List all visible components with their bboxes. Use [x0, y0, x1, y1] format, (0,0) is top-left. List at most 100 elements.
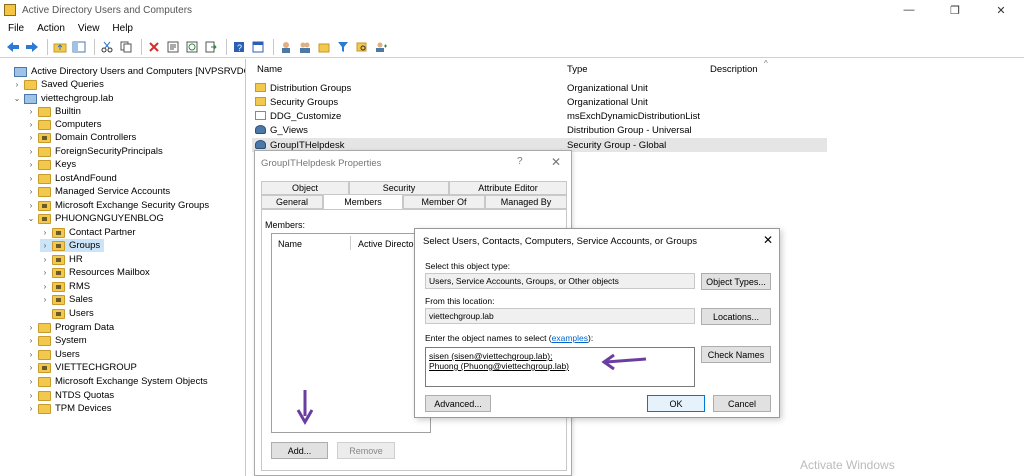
advanced-button[interactable]: Advanced...: [425, 395, 491, 412]
cancel-button[interactable]: Cancel: [713, 395, 771, 412]
tree-item-groups-selected[interactable]: › Groups: [40, 239, 105, 252]
tree-item[interactable]: › System: [26, 334, 87, 347]
close-icon[interactable]: ✕: [551, 155, 561, 169]
add-to-group-icon[interactable]: [373, 39, 389, 55]
new-user-icon[interactable]: [278, 39, 294, 55]
tree-item[interactable]: › NTDS Quotas: [26, 389, 114, 402]
chevron-down-icon[interactable]: ⌄: [26, 214, 36, 223]
cut-icon[interactable]: [99, 39, 115, 55]
list-item[interactable]: DDG_Customize msExchDynamicDistributionL…: [252, 109, 827, 123]
tree-item[interactable]: › Managed Service Accounts: [26, 185, 170, 198]
help-icon[interactable]: ?: [231, 39, 247, 55]
chevron-right-icon[interactable]: ›: [26, 377, 36, 386]
chevron-right-icon[interactable]: ›: [26, 404, 36, 413]
tree-item[interactable]: › LostAndFound: [26, 172, 117, 185]
delete-icon[interactable]: [146, 39, 162, 55]
chevron-right-icon[interactable]: ›: [26, 391, 36, 400]
list-item[interactable]: G_Views Distribution Group - Universal: [252, 123, 827, 137]
tab-object[interactable]: Object: [261, 181, 349, 195]
tree-item[interactable]: › Users: [26, 348, 80, 361]
tree-item[interactable]: › Builtin: [26, 105, 81, 118]
chevron-right-icon[interactable]: ›: [40, 282, 50, 291]
properties-icon[interactable]: [165, 39, 181, 55]
examples-link[interactable]: examples: [552, 333, 588, 343]
chevron-right-icon[interactable]: ›: [40, 255, 50, 264]
chevron-right-icon[interactable]: ›: [40, 268, 50, 277]
chevron-right-icon[interactable]: ›: [26, 363, 36, 372]
tree-item[interactable]: › ForeignSecurityPrincipals: [26, 145, 163, 158]
tree-item[interactable]: › HR: [40, 253, 83, 266]
menu-view[interactable]: View: [78, 23, 100, 34]
chevron-right-icon[interactable]: ›: [26, 160, 36, 169]
tab-security[interactable]: Security: [349, 181, 449, 195]
object-types-button[interactable]: Object Types...: [701, 273, 771, 290]
chevron-right-icon[interactable]: ›: [40, 295, 50, 304]
list-item[interactable]: Security Groups Organizational Unit: [252, 95, 827, 109]
ok-button[interactable]: OK: [647, 395, 705, 412]
tree-item-saved-queries[interactable]: › Saved Queries: [12, 78, 104, 91]
object-names-input[interactable]: sisen (sisen@viettechgroup.lab); Phuong …: [425, 347, 695, 387]
menu-file[interactable]: File: [8, 23, 24, 34]
tab-member-of[interactable]: Member Of: [403, 195, 485, 209]
maximize-button[interactable]: ❐: [932, 0, 978, 20]
chevron-right-icon[interactable]: ›: [26, 323, 36, 332]
close-window-button[interactable]: ✕: [978, 0, 1024, 20]
tab-managed-by[interactable]: Managed By: [485, 195, 567, 209]
console-icon[interactable]: [250, 39, 266, 55]
tree-item[interactable]: › Computers: [26, 118, 102, 131]
tab-attribute-editor[interactable]: Attribute Editor: [449, 181, 567, 195]
tree-item[interactable]: › Resources Mailbox: [40, 266, 150, 279]
filter-icon[interactable]: [335, 39, 351, 55]
find-icon[interactable]: [354, 39, 370, 55]
close-icon[interactable]: ✕: [763, 233, 773, 247]
menu-help[interactable]: Help: [112, 23, 133, 34]
refresh-icon[interactable]: [184, 39, 200, 55]
chevron-right-icon[interactable]: ›: [26, 350, 36, 359]
tree-item[interactable]: › Sales: [40, 293, 93, 306]
tree-item[interactable]: Users: [40, 307, 94, 320]
tree-item[interactable]: › Contact Partner: [40, 226, 136, 239]
tree-root[interactable]: Active Directory Users and Computers [NV…: [2, 65, 245, 78]
chevron-right-icon[interactable]: ›: [40, 228, 50, 237]
export-list-icon[interactable]: [203, 39, 219, 55]
tree-item[interactable]: › Domain Controllers: [26, 131, 137, 144]
tree-item[interactable]: › VIETTECHGROUP: [26, 361, 137, 374]
column-header-description[interactable]: Description: [710, 64, 758, 78]
forward-arrow-icon[interactable]: [24, 39, 40, 55]
remove-member-button[interactable]: Remove: [337, 442, 395, 459]
column-header-name[interactable]: Name: [278, 239, 302, 249]
help-button[interactable]: ?: [517, 156, 523, 167]
list-item[interactable]: Distribution Groups Organizational Unit: [252, 81, 827, 95]
chevron-down-icon[interactable]: ⌄: [12, 94, 22, 103]
tree-item[interactable]: › Microsoft Exchange System Objects: [26, 375, 208, 388]
up-folder-icon[interactable]: [52, 39, 68, 55]
chevron-right-icon[interactable]: ›: [12, 80, 22, 89]
check-names-button[interactable]: Check Names: [701, 346, 771, 363]
copy-icon[interactable]: [118, 39, 134, 55]
menu-action[interactable]: Action: [37, 23, 65, 34]
chevron-right-icon[interactable]: ›: [26, 336, 36, 345]
back-arrow-icon[interactable]: [5, 39, 21, 55]
chevron-right-icon[interactable]: ›: [26, 133, 36, 142]
column-header-type[interactable]: Type: [567, 64, 588, 78]
tree-item[interactable]: › RMS: [40, 280, 90, 293]
tree-item-domain[interactable]: ⌄ viettechgroup.lab: [12, 92, 114, 105]
tree-item[interactable]: › Program Data: [26, 321, 114, 334]
tree-item[interactable]: › Keys: [26, 158, 76, 171]
add-member-button[interactable]: Add...: [271, 442, 328, 459]
minimize-button[interactable]: —: [886, 0, 932, 20]
show-console-tree-icon[interactable]: [71, 39, 87, 55]
chevron-right-icon[interactable]: ›: [40, 241, 50, 250]
new-group-icon[interactable]: [297, 39, 313, 55]
chevron-right-icon[interactable]: ›: [26, 107, 36, 116]
chevron-right-icon[interactable]: ›: [26, 147, 36, 156]
new-ou-icon[interactable]: [316, 39, 332, 55]
tab-general[interactable]: General: [261, 195, 323, 209]
chevron-right-icon[interactable]: ›: [26, 120, 36, 129]
column-header-name[interactable]: Name: [257, 64, 282, 78]
chevron-right-icon[interactable]: ›: [26, 201, 36, 210]
locations-button[interactable]: Locations...: [701, 308, 771, 325]
tree-item[interactable]: › Microsoft Exchange Security Groups: [26, 199, 210, 212]
tab-members[interactable]: Members: [323, 194, 403, 210]
column-header-folder[interactable]: Active Directory: [358, 239, 421, 249]
